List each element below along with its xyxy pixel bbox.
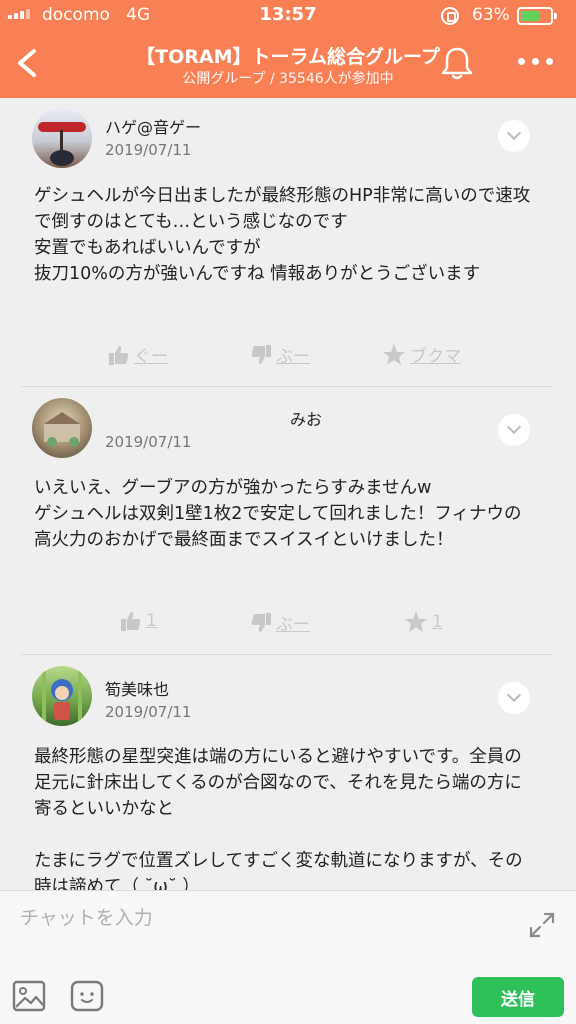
more-dots-icon[interactable]	[518, 58, 553, 65]
avatar[interactable]	[32, 398, 92, 458]
dislike-button[interactable]: ぶー	[250, 342, 310, 367]
thumbs-up-icon	[121, 612, 141, 631]
chevron-down-icon[interactable]	[498, 414, 530, 446]
expand-icon[interactable]	[528, 911, 556, 939]
group-title: 【TORAM】トーラム総合グループ	[136, 46, 440, 68]
chat-input[interactable]	[20, 903, 500, 933]
divider	[22, 386, 552, 387]
bell-icon[interactable]	[440, 45, 474, 81]
bookmark-button[interactable]: 1	[404, 610, 443, 634]
battery-icon	[517, 7, 557, 25]
post-date: 2019/07/11	[105, 703, 192, 721]
post-body: 最終形態の星型突進は端の方にいると避けやすいです。全員の足元に針床出してくるのが…	[34, 747, 523, 890]
orientation-lock-icon	[441, 7, 459, 25]
thumbs-up-icon	[109, 345, 129, 365]
chevron-down-icon[interactable]	[498, 120, 530, 152]
top-bar: docomo 4G 13:57 63% 【TORAM】トーラム総合グループ 公開…	[0, 0, 576, 98]
star-icon	[383, 343, 405, 365]
avatar[interactable]	[32, 108, 92, 168]
avatar-image	[38, 122, 86, 166]
like-button[interactable]: 1	[120, 610, 157, 632]
bookmark-button[interactable]: ブクマ	[382, 342, 461, 367]
thumbs-down-icon	[251, 344, 271, 364]
battery-percent: 63%	[472, 5, 510, 25]
dislike-button[interactable]: ぶー	[250, 610, 310, 635]
post-body: いえいえ、グーブアの方が強かったらすみませんw ゲシュヘルは双剣1壁1枚2で安定…	[34, 478, 522, 550]
image-icon[interactable]	[12, 979, 46, 1013]
post-date: 2019/07/11	[105, 141, 192, 159]
sticker-icon[interactable]	[70, 979, 104, 1013]
thumbs-down-icon	[251, 612, 271, 632]
post-body: ゲシュヘルが今日出ましたが最終形態のHP非常に高いので速攻で倒すのはとても…とい…	[34, 186, 531, 284]
post-author[interactable]: 筍美味也	[105, 676, 169, 700]
divider	[22, 654, 552, 655]
post-date: 2019/07/11	[105, 433, 192, 451]
post-author[interactable]: ハゲ@音ゲー	[105, 114, 201, 138]
chat-composer: 送信	[0, 890, 576, 1024]
star-icon	[405, 611, 427, 632]
like-button[interactable]: ぐー	[108, 342, 168, 367]
post-actions: 1 ぶー 1	[0, 610, 576, 640]
group-subtitle: 公開グループ / 35546人が参加中	[182, 71, 394, 87]
avatar-image	[42, 666, 82, 726]
post-actions: ぐー ぶー ブクマ	[0, 342, 576, 372]
avatar-image	[44, 412, 80, 447]
send-button[interactable]: 送信	[472, 977, 564, 1017]
post-author[interactable]: みお	[290, 406, 322, 430]
status-bar: docomo 4G 13:57 63%	[0, 0, 576, 30]
message-feed[interactable]: ハゲ@音ゲー 2019/07/11 ゲシュヘルが今日出ましたが最終形態のHP非常…	[0, 98, 576, 890]
avatar[interactable]	[32, 666, 92, 726]
chevron-down-icon[interactable]	[498, 682, 530, 714]
